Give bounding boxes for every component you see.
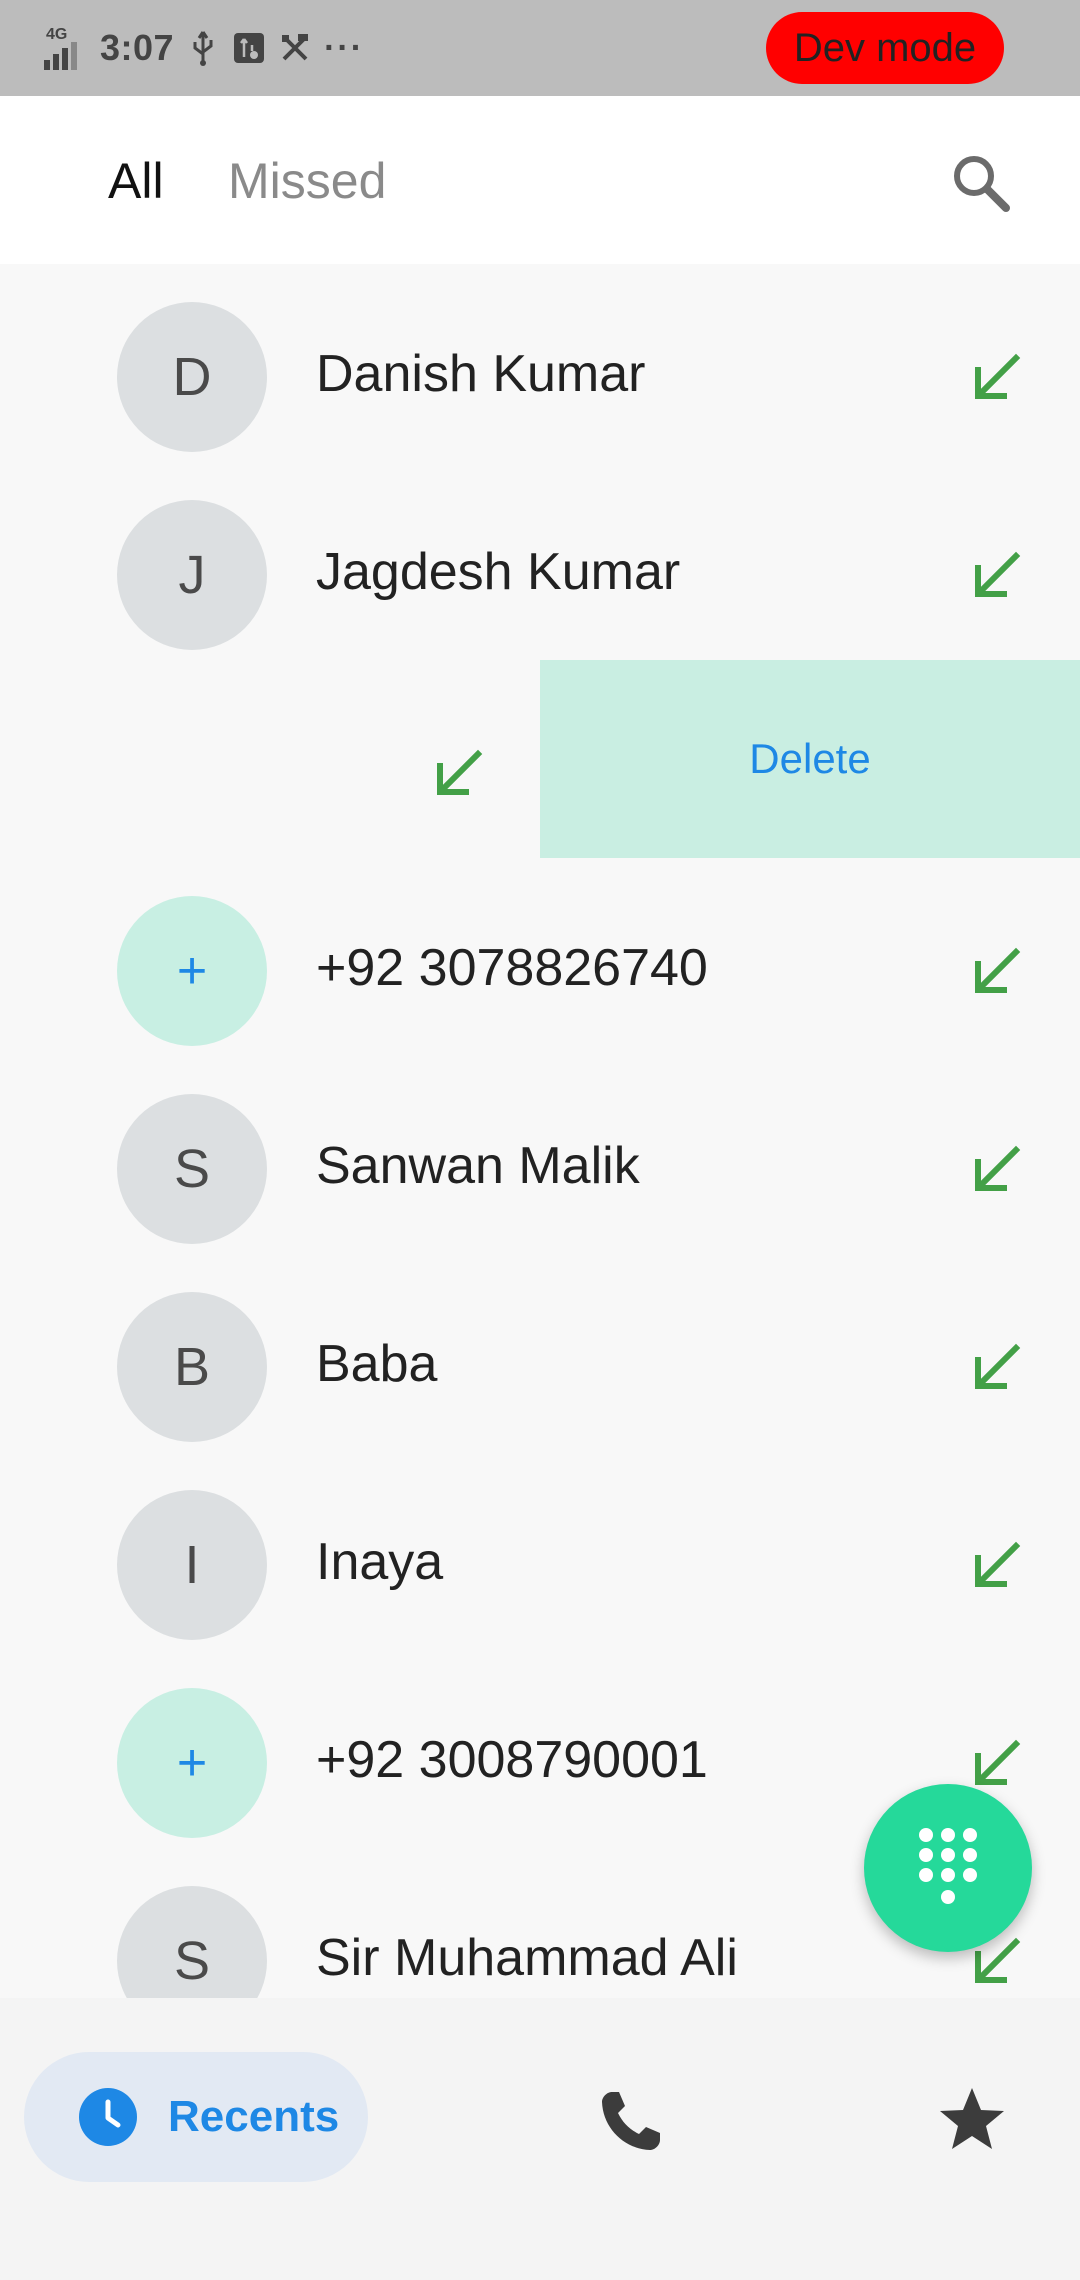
contact-name: Baba — [316, 1335, 438, 1393]
usb-icon — [186, 28, 220, 68]
call-row[interactable]: J Jagdesh Kumar — [0, 462, 1080, 660]
clock-icon — [78, 2087, 138, 2147]
signal-icon: 4G — [44, 26, 88, 70]
call-log-list[interactable]: D Danish Kumar J Jagdesh Kumar Delete + … — [0, 264, 1080, 1998]
dev-mode-badge: Dev mode — [766, 12, 1004, 84]
avatar-unknown-number: + — [117, 1688, 267, 1838]
contact-name: Danish Kumar — [316, 345, 646, 403]
search-icon[interactable] — [946, 148, 1016, 218]
contact-name: +92 3078826740 — [316, 939, 708, 997]
tab-missed[interactable]: Missed — [228, 152, 386, 210]
call-log-header: All Missed — [0, 96, 1080, 264]
call-row[interactable]: B Baba — [0, 1254, 1080, 1452]
nav-recents[interactable]: Recents — [24, 2052, 368, 2182]
avatar-unknown-number: + — [117, 896, 267, 1046]
usb-debug-icon — [232, 28, 266, 68]
call-row[interactable]: S Sanwan Malik — [0, 1056, 1080, 1254]
contact-name: Jagdesh Kumar — [316, 543, 681, 601]
phone-icon[interactable] — [594, 2086, 666, 2158]
incoming-call-icon — [968, 944, 1024, 1000]
tools-icon — [278, 28, 312, 68]
bottom-navigation: Recents — [0, 1998, 1080, 2280]
contact-name: +92 3008790001 — [316, 1731, 708, 1789]
incoming-call-icon — [968, 350, 1024, 406]
call-row[interactable]: I Inaya — [0, 1452, 1080, 1650]
avatar: S — [117, 1094, 267, 1244]
call-row[interactable]: + +92 3078826740 — [0, 858, 1080, 1056]
avatar: J — [117, 500, 267, 650]
avatar: D — [117, 302, 267, 452]
delete-label: Delete — [749, 735, 871, 782]
avatar: B — [117, 1292, 267, 1442]
tab-all[interactable]: All — [108, 152, 164, 210]
incoming-call-icon — [968, 548, 1024, 604]
contact-name: Sir Muhammad Ali — [316, 1929, 738, 1987]
dialpad-icon — [912, 1825, 984, 1912]
status-bar: 4G 3:07 ··· Dev mode — [0, 0, 1080, 96]
star-icon[interactable] — [936, 2084, 1008, 2156]
incoming-call-icon — [968, 1538, 1024, 1594]
contact-name: Sanwan Malik — [316, 1137, 640, 1195]
recents-label: Recents — [168, 2092, 340, 2141]
incoming-call-icon — [968, 1142, 1024, 1198]
incoming-call-icon — [968, 1736, 1024, 1792]
more-notifications-icon: ··· — [324, 28, 365, 67]
status-bar-left: 4G 3:07 ··· — [44, 22, 364, 74]
avatar: S — [117, 1886, 267, 1998]
incoming-call-icon — [430, 746, 486, 802]
delete-swipe-action[interactable]: Delete — [540, 660, 1080, 858]
incoming-call-icon — [968, 1340, 1024, 1396]
status-time: 3:07 — [100, 27, 175, 68]
avatar: I — [117, 1490, 267, 1640]
call-row[interactable]: D Danish Kumar — [0, 264, 1080, 462]
contact-name: Inaya — [316, 1533, 444, 1591]
dialpad-button[interactable] — [864, 1784, 1032, 1952]
